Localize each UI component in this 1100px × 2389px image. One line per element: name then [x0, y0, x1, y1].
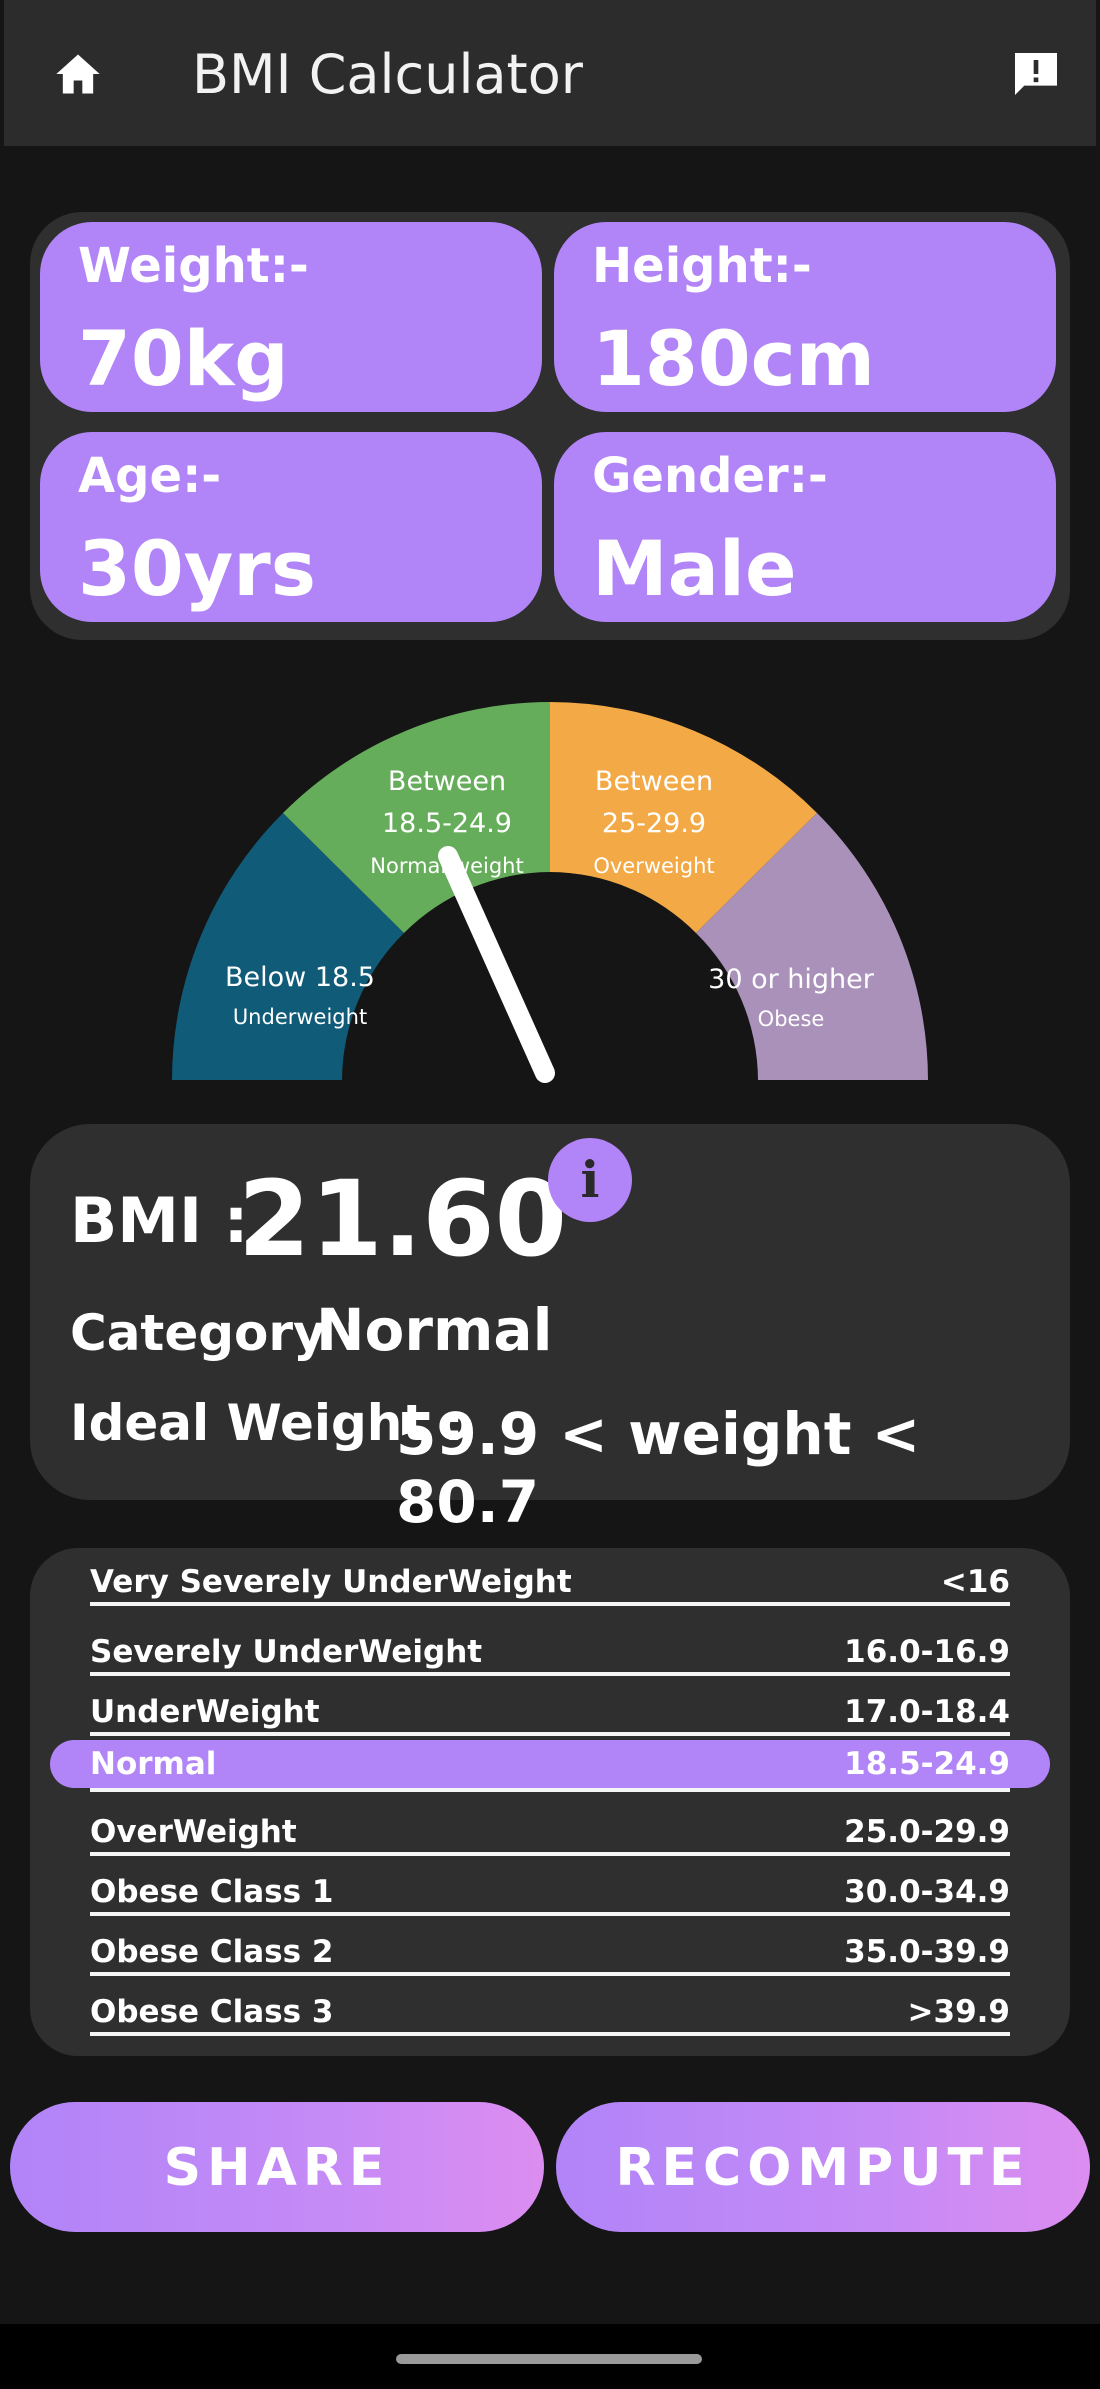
gauge-needle — [438, 846, 555, 1083]
bmi-value: 21.60 — [238, 1158, 567, 1280]
category-value: Normal — [316, 1296, 553, 1364]
age-label: Age:- — [78, 448, 222, 504]
gauge-underweight-range: Below 18.5 — [225, 962, 375, 993]
gender-value: Male — [592, 524, 797, 613]
row-divider — [90, 1912, 1010, 1916]
row-range: 16.0-16.9 — [844, 1634, 1010, 1670]
row-divider — [90, 1788, 1010, 1792]
height-tile[interactable]: Height:- 180cm — [554, 222, 1056, 412]
age-value: 30yrs — [78, 524, 317, 613]
app-bar: BMI Calculator — [4, 0, 1096, 146]
table-row: Obese Class 2 35.0-39.9 — [90, 1918, 1010, 1976]
age-tile[interactable]: Age:- 30yrs — [40, 432, 542, 622]
row-category: Obese Class 3 — [90, 1994, 334, 2030]
page-title: BMI Calculator — [192, 43, 583, 106]
share-button[interactable]: SHARE — [10, 2102, 544, 2232]
row-divider — [90, 2032, 1010, 2036]
result-card: BMI : 21.60 i Category : Normal Ideal We… — [30, 1124, 1070, 1536]
row-range: 35.0-39.9 — [844, 1934, 1010, 1970]
system-nav-bar — [0, 2324, 1100, 2389]
table-row: Obese Class 3 >39.9 — [90, 1978, 1010, 2036]
bmi-category-table: Very Severely UnderWeight <16 Severely U… — [30, 1548, 1070, 2056]
row-divider — [90, 1852, 1010, 1856]
table-row: OverWeight 25.0-29.9 — [90, 1798, 1010, 1856]
row-category: Very Severely UnderWeight — [90, 1564, 572, 1600]
table-row-highlighted: Normal 18.5-24.9 — [50, 1734, 1050, 1792]
row-category: Normal — [90, 1746, 217, 1782]
weight-value: 70kg — [78, 314, 289, 403]
row-category: UnderWeight — [90, 1694, 320, 1730]
gauge-overweight-name: Overweight — [593, 854, 714, 878]
gauge-normal-prefix: Between — [388, 766, 506, 797]
home-icon[interactable] — [50, 48, 106, 100]
height-label: Height:- — [592, 238, 812, 294]
row-divider — [90, 1972, 1010, 1976]
row-range: 30.0-34.9 — [844, 1874, 1010, 1910]
height-value: 180cm — [592, 314, 875, 403]
gauge-obese-name: Obese — [758, 1007, 825, 1031]
feedback-icon[interactable] — [1008, 46, 1064, 102]
gauge-obese-range: 30 or higher — [708, 964, 875, 995]
gesture-handle[interactable] — [396, 2354, 702, 2364]
row-range: 17.0-18.4 — [844, 1694, 1010, 1730]
gender-tile[interactable]: Gender:- Male — [554, 432, 1056, 622]
row-divider — [90, 1672, 1010, 1676]
gauge-overweight-range: 25-29.9 — [602, 808, 706, 839]
gender-label: Gender:- — [592, 448, 828, 504]
gauge-underweight-name: Underweight — [233, 1005, 367, 1029]
weight-label: Weight:- — [78, 238, 309, 294]
ideal-weight-value: 59.9 < weight < 80.7 — [396, 1400, 921, 1536]
weight-tile[interactable]: Weight:- 70kg — [40, 222, 542, 412]
table-row: Severely UnderWeight 16.0-16.9 — [90, 1618, 1010, 1676]
row-range: 25.0-29.9 — [844, 1814, 1010, 1850]
info-icon[interactable]: i — [548, 1138, 632, 1222]
bmi-gauge: Below 18.5 Underweight Between 18.5-24.9… — [172, 702, 928, 1083]
recompute-button[interactable]: RECOMPUTE — [556, 2102, 1090, 2232]
row-range: >39.9 — [907, 1994, 1010, 2030]
table-row: UnderWeight 17.0-18.4 — [90, 1678, 1010, 1736]
row-range: <16 — [940, 1564, 1010, 1600]
gauge-normal-range: 18.5-24.9 — [382, 808, 512, 839]
table-row: Very Severely UnderWeight <16 — [90, 1548, 1010, 1606]
bmi-label: BMI : — [70, 1184, 249, 1257]
gauge-overweight-prefix: Between — [595, 766, 713, 797]
row-category: Obese Class 2 — [90, 1934, 334, 1970]
inputs-card: Weight:- 70kg Height:- 180cm Age:- 30yrs… — [30, 212, 1070, 640]
table-row: Obese Class 1 30.0-34.9 — [90, 1858, 1010, 1916]
row-range: 18.5-24.9 — [844, 1746, 1010, 1782]
row-divider — [90, 1602, 1010, 1606]
row-category: Severely UnderWeight — [90, 1634, 483, 1670]
row-category: Obese Class 1 — [90, 1874, 334, 1910]
row-category: OverWeight — [90, 1814, 297, 1850]
